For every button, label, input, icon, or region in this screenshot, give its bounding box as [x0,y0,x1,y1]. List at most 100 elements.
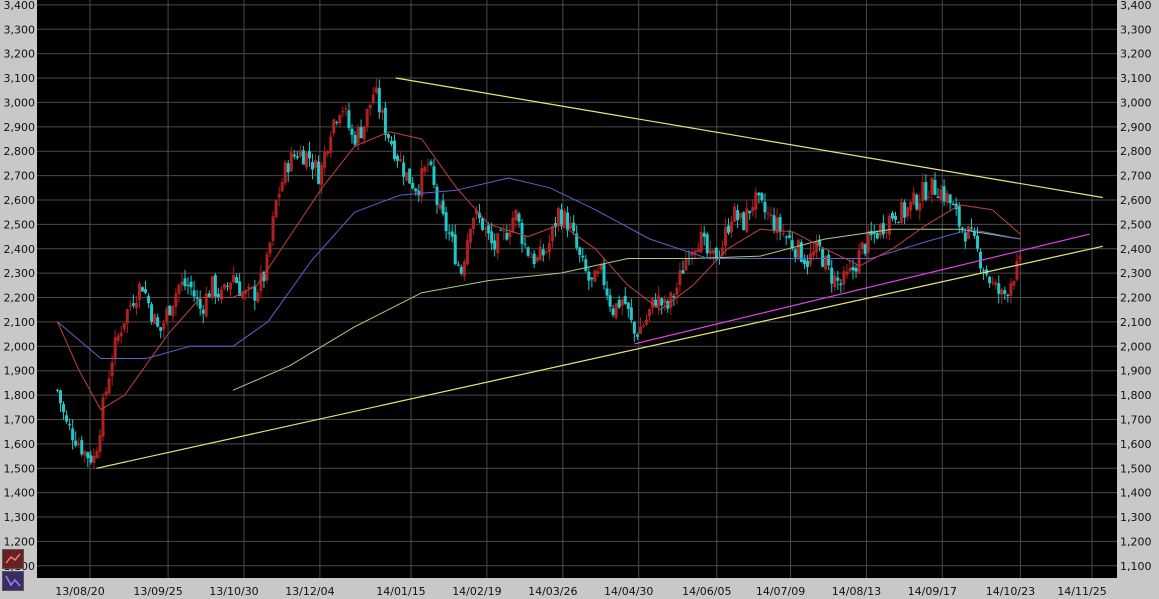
candle-body [812,251,816,256]
candle-body [648,309,652,317]
candle-body [347,110,351,129]
y-tick-label-right: 1,600 [1120,438,1152,451]
candle-body [1018,255,1022,260]
candle-body [289,152,293,172]
candle-body [505,232,509,240]
candle-body [878,223,882,237]
candle-body [235,277,239,284]
y-tick-label-left: 1,400 [4,487,36,500]
candle-body [523,243,527,245]
candle-body [945,192,949,203]
candle-body [587,271,591,281]
y-tick-label-right: 1,100 [1120,560,1152,573]
candle-body [195,297,199,299]
candle-body [727,225,731,233]
candle-body [471,217,475,229]
candle-body [380,109,384,113]
candle-body [487,225,491,234]
candle-body [815,241,819,253]
candle-body [839,283,843,286]
y-tick-label-right: 2,000 [1120,340,1152,353]
candle-body [283,162,287,184]
candle-body [459,266,463,274]
candle-body [684,258,688,271]
candle-body [572,222,576,232]
candle-body [903,202,907,218]
candle-body [320,164,324,185]
candle-body [991,282,995,284]
candle-body [226,285,230,287]
candle-body [535,257,539,262]
y-tick-label-right: 2,600 [1120,194,1152,207]
candle-body [350,128,354,136]
candle-body [465,240,469,265]
candle-body [620,299,624,306]
candle-body [426,164,430,166]
candle-body [1009,283,1013,296]
candle-body [59,390,63,404]
candle-body [663,299,667,304]
x-tick-label: 14/01/15 [376,585,425,598]
candle-body [408,168,412,184]
candle-body [180,281,184,285]
candle-body [490,231,494,244]
candle-body [924,182,928,200]
y-tick-label-right: 1,700 [1120,413,1152,426]
y-tick-label-right: 3,300 [1120,23,1152,36]
candle-body [277,193,281,198]
trend-chart-icon[interactable] [2,571,24,591]
candle-body [414,188,418,192]
x-tick-label: 13/10/30 [209,585,258,598]
candle-body [393,140,397,160]
candle-body [900,201,904,223]
candle-body [988,276,992,284]
candle-body [429,161,433,165]
candle-body [326,151,330,154]
candle-body [280,182,284,192]
candle-body [626,302,630,310]
candle-body [751,206,755,212]
candle-body [1003,290,1007,294]
y-tick-label-right: 2,800 [1120,145,1152,158]
candle-body [177,284,181,295]
candle-body [83,451,87,456]
candle-body [930,177,934,195]
candle-body [104,391,108,395]
candle-body [341,110,345,113]
candle-body [830,267,834,284]
y-tick-label-right: 2,100 [1120,316,1152,329]
candle-body [906,207,910,217]
y-tick-label-right: 2,300 [1120,267,1152,280]
y-tick-label-right: 2,400 [1120,243,1152,256]
candle-body [268,242,272,254]
candle-body [441,200,445,214]
candle-body [778,217,782,232]
candle-body [131,303,135,306]
x-tick-label: 14/11/25 [1057,585,1106,598]
line-chart-icon[interactable] [2,549,24,569]
candle-body [383,107,387,136]
candle-body [566,212,570,231]
candle-body [857,250,861,274]
y-tick-label-left: 3,400 [4,0,36,12]
candle-body [210,276,214,297]
y-tick-label-right: 1,200 [1120,535,1152,548]
candle-body [736,210,740,221]
candle-body [362,126,366,140]
y-tick-label-left: 2,100 [4,316,36,329]
candle-body [887,215,891,235]
candle-body [569,222,573,229]
candle-body [189,281,193,288]
candle-body [371,94,375,104]
candle-body [939,189,943,201]
candle-body [772,215,776,231]
candle-body [423,166,427,172]
candle-body [432,166,436,185]
candle-body [982,270,986,272]
candle-body [147,296,151,304]
candle-body [921,181,925,202]
candle-body [632,321,636,334]
candle-body [623,296,627,304]
y-tick-label-left: 3,100 [4,72,36,85]
candle-body [866,231,870,253]
